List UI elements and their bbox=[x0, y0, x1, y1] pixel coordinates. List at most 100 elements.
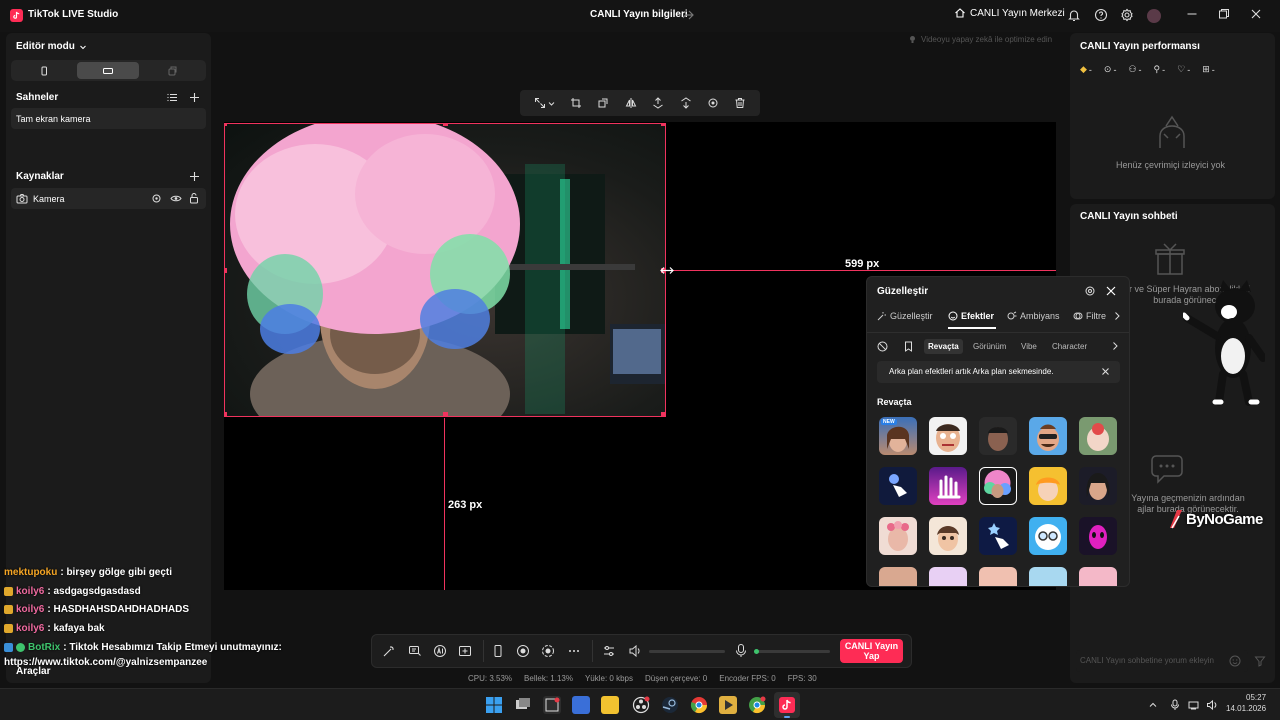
likes-metric[interactable]: ♡ - bbox=[1177, 64, 1190, 75]
subtab-look[interactable]: Görünüm bbox=[973, 342, 1006, 351]
subtab-character[interactable]: Character bbox=[1052, 342, 1087, 351]
settings-icon[interactable] bbox=[1120, 8, 1134, 22]
volume-icon[interactable] bbox=[1206, 699, 1218, 711]
share-icon[interactable] bbox=[682, 9, 694, 21]
effect-thumbnail[interactable] bbox=[1079, 567, 1117, 586]
windows-start-icon[interactable] bbox=[485, 696, 503, 714]
subtab-trending[interactable]: Revaçta bbox=[924, 339, 963, 354]
followers-metric[interactable]: ⚲ - bbox=[1154, 64, 1166, 75]
subtabs-scroll-right-icon[interactable] bbox=[1111, 341, 1119, 351]
avatar[interactable] bbox=[1147, 9, 1161, 23]
effect-thumbnail[interactable] bbox=[1029, 517, 1067, 555]
resize-handle[interactable] bbox=[443, 124, 448, 126]
source-settings-icon[interactable] bbox=[707, 97, 719, 109]
tab-effects[interactable]: Efektler bbox=[948, 311, 994, 321]
effect-thumbnail[interactable] bbox=[979, 567, 1017, 586]
optimize-hint[interactable]: Videoyu yapay zekâ ile optimize edin bbox=[908, 35, 1052, 44]
phone-icon[interactable] bbox=[492, 644, 504, 658]
effect-thumbnail[interactable] bbox=[879, 567, 917, 586]
source-settings-icon[interactable] bbox=[151, 193, 162, 204]
trash-icon[interactable] bbox=[734, 97, 746, 109]
effect-thumbnail[interactable] bbox=[1029, 467, 1067, 505]
magic-wand-icon[interactable] bbox=[382, 644, 396, 658]
chrome-profile-icon[interactable] bbox=[748, 696, 766, 714]
replay-icon[interactable] bbox=[541, 644, 555, 658]
bell-icon[interactable] bbox=[1067, 8, 1081, 22]
tab-beautify[interactable]: Güzelleştir bbox=[877, 311, 933, 321]
effect-thumbnail[interactable] bbox=[1079, 467, 1117, 505]
live-info-title[interactable]: CANLI Yayın bilgileri bbox=[590, 9, 688, 20]
rotate-icon[interactable] bbox=[597, 97, 609, 109]
effect-thumbnail[interactable] bbox=[979, 417, 1017, 455]
effect-thumbnail[interactable] bbox=[1079, 417, 1117, 455]
gifts-metric[interactable]: ⊞ - bbox=[1202, 64, 1215, 75]
chrome-icon[interactable] bbox=[690, 696, 708, 714]
add-source-icon[interactable] bbox=[189, 171, 200, 182]
task-view-icon[interactable] bbox=[514, 696, 532, 714]
close-notice-icon[interactable] bbox=[1101, 367, 1110, 376]
effect-thumbnail[interactable] bbox=[929, 517, 967, 555]
speaker-volume-slider[interactable] bbox=[649, 650, 725, 653]
crop-icon[interactable] bbox=[570, 97, 582, 109]
mic-volume-slider[interactable] bbox=[754, 649, 830, 654]
add-scene-icon[interactable] bbox=[189, 92, 200, 103]
go-live-button[interactable]: CANLI Yayın Yap bbox=[840, 639, 903, 663]
tray-microphone-icon[interactable] bbox=[1170, 699, 1180, 711]
bookmark-icon[interactable] bbox=[904, 341, 913, 352]
editor-mode-dropdown[interactable]: Editör modu bbox=[16, 41, 87, 52]
visibility-eye-icon[interactable] bbox=[170, 193, 182, 204]
effect-thumbnail[interactable] bbox=[1029, 417, 1067, 455]
system-clock[interactable]: 05:27 14.01.2026 bbox=[1226, 692, 1266, 714]
flip-icon[interactable] bbox=[625, 97, 637, 109]
no-effect-icon[interactable] bbox=[877, 341, 888, 352]
close-panel-icon[interactable] bbox=[1105, 285, 1117, 297]
effect-thumbnail[interactable] bbox=[929, 567, 967, 586]
restore-icon[interactable] bbox=[1218, 8, 1230, 20]
tools-title[interactable]: Araçlar bbox=[16, 666, 50, 677]
panel-settings-icon[interactable] bbox=[1084, 285, 1096, 297]
tabs-scroll-right-icon[interactable] bbox=[1113, 311, 1121, 321]
steam-icon[interactable] bbox=[661, 696, 679, 714]
resize-icon[interactable] bbox=[534, 97, 555, 109]
resize-handle[interactable] bbox=[225, 124, 227, 126]
wifi-icon[interactable] bbox=[1188, 699, 1200, 711]
tab-ambience[interactable]: Ambiyans bbox=[1007, 311, 1060, 321]
live-center-button[interactable]: CANLI Yayın Merkezi bbox=[954, 7, 1065, 19]
close-icon[interactable] bbox=[1250, 8, 1262, 20]
effect-thumbnail[interactable] bbox=[979, 517, 1017, 555]
more-icon[interactable] bbox=[567, 644, 581, 658]
viewers-metric[interactable]: ⚇ - bbox=[1128, 64, 1141, 75]
landscape-mode-button[interactable] bbox=[77, 62, 139, 79]
effect-thumbnail[interactable]: NEW bbox=[879, 417, 917, 455]
ai-effect-icon[interactable] bbox=[433, 644, 447, 658]
effect-thumbnail[interactable] bbox=[1079, 517, 1117, 555]
effect-thumbnail[interactable] bbox=[929, 467, 967, 505]
chat-comment-input[interactable]: CANLI Yayın sohbetine yorum ekleyin bbox=[1076, 650, 1248, 672]
bring-forward-icon[interactable] bbox=[652, 97, 664, 109]
microphone-icon[interactable] bbox=[734, 643, 748, 658]
tab-filter[interactable]: Filtre bbox=[1073, 311, 1106, 321]
add-media-icon[interactable] bbox=[458, 644, 472, 658]
diamond-metric[interactable]: ◆ - bbox=[1080, 64, 1092, 75]
subtitle-icon[interactable] bbox=[408, 644, 422, 658]
effect-thumbnail[interactable] bbox=[879, 467, 917, 505]
subtab-vibe[interactable]: Vibe bbox=[1021, 342, 1037, 351]
dual-mode-button[interactable] bbox=[141, 62, 203, 79]
minimize-icon[interactable] bbox=[1186, 8, 1198, 20]
send-backward-icon[interactable] bbox=[680, 97, 692, 109]
snipping-tool-icon[interactable] bbox=[543, 696, 561, 714]
list-icon[interactable] bbox=[167, 92, 178, 103]
photos-app-icon[interactable] bbox=[572, 696, 590, 714]
scene-item[interactable]: Tam ekran kamera bbox=[11, 108, 206, 129]
portrait-mode-button[interactable] bbox=[13, 62, 75, 79]
help-icon[interactable] bbox=[1094, 8, 1108, 22]
effect-thumbnail[interactable] bbox=[879, 517, 917, 555]
tiktok-live-studio-taskbar-button[interactable] bbox=[774, 692, 800, 718]
filter-icon[interactable] bbox=[1254, 655, 1266, 667]
source-item[interactable]: Kamera bbox=[11, 188, 206, 209]
coin-metric[interactable]: ⊙ - bbox=[1104, 64, 1117, 75]
emoji-icon[interactable] bbox=[1229, 655, 1241, 667]
camera-source-preview[interactable] bbox=[224, 123, 666, 417]
file-explorer-icon[interactable] bbox=[601, 696, 619, 714]
effect-thumbnail[interactable] bbox=[1029, 567, 1067, 586]
